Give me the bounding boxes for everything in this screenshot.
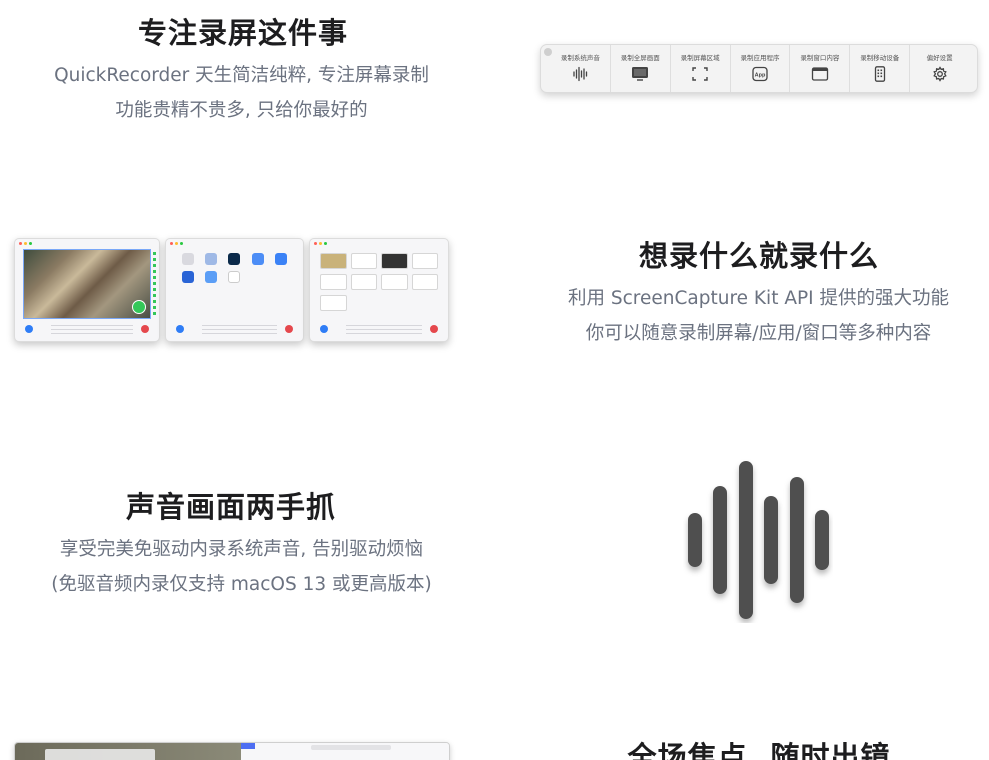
- toolbar-item-fullscreen[interactable]: 录制全屏画面: [611, 45, 671, 92]
- screenshot-camera-mode: [14, 742, 450, 760]
- gear-icon: [932, 66, 947, 82]
- check-icon: [132, 300, 146, 314]
- section-title-focus: 专注录屏这件事: [137, 16, 348, 50]
- wave-bar: [790, 477, 804, 603]
- toolbar-item-app[interactable]: 录制应用程序 App: [731, 45, 791, 92]
- waveform-icon: [573, 66, 588, 82]
- stop-icon: [430, 325, 438, 333]
- record-icon: [176, 325, 184, 333]
- record-icon: [25, 325, 33, 333]
- waveform-icon: [688, 461, 829, 619]
- display-icon: [632, 67, 649, 81]
- toolbar-item-label: 录制移动设备: [860, 54, 900, 62]
- selection-icon: [692, 67, 708, 81]
- toolbar-item-mobile[interactable]: 录制移动设备: [850, 45, 911, 92]
- toolbar-item-label: 录制系统声音: [560, 54, 600, 62]
- screenshot-fullscreen-mode: [14, 238, 160, 342]
- recorder-toolbar: 录制系统声音 录制全屏画面 录制屏幕区域 录制应用程序 App 录制窗口内容 录…: [540, 44, 978, 93]
- toolbar-item-label: 录制应用程序: [740, 54, 780, 62]
- toolbar-item-settings[interactable]: 偏好设置: [910, 45, 969, 92]
- toolbar-item-area[interactable]: 录制屏幕区域: [671, 45, 731, 92]
- toolbar-item-label: 录制全屏画面: [620, 54, 660, 62]
- toolbar-item-window[interactable]: 录制窗口内容: [790, 45, 851, 92]
- app-icon: App: [752, 66, 768, 82]
- toolbar-item-label: 录制屏幕区域: [680, 54, 720, 62]
- mobile-icon: [874, 66, 885, 82]
- app-icon-grid: [174, 249, 295, 287]
- section-title-camera: 全场焦点, 随时出镜: [627, 740, 891, 760]
- toolbar-item-label: 录制窗口内容: [800, 54, 840, 62]
- section-desc-record-anything-line1: 利用 ScreenCapture Kit API 提供的强大功能: [568, 288, 949, 309]
- section-title-audio-video: 声音画面两手抓: [125, 490, 336, 524]
- record-icon: [320, 325, 328, 333]
- stop-icon: [285, 325, 293, 333]
- stop-icon: [141, 325, 149, 333]
- window-thumbnail-grid: [318, 249, 440, 315]
- window-icon: [811, 67, 829, 81]
- section-title-record-anything: 想录什么就录什么: [638, 239, 879, 273]
- desktop-wallpaper-preview: [23, 249, 156, 319]
- section-desc-audio-video-line2: (免驱音频内录仅支持 macOS 13 或更高版本): [51, 574, 432, 595]
- section-desc-focus-line1: QuickRecorder 天生简洁纯粹, 专注屏幕录制: [54, 65, 429, 86]
- toolbar-item-system-audio[interactable]: 录制系统声音: [551, 45, 611, 92]
- section-desc-record-anything-line2: 你可以随意录制屏幕/应用/窗口等多种内容: [585, 323, 932, 344]
- screenshot-window-mode: [309, 238, 449, 342]
- wave-bar: [739, 461, 753, 619]
- wave-bar: [815, 510, 829, 570]
- section-desc-focus-line2: 功能贵精不贵多, 只给你最好的: [115, 100, 368, 121]
- wave-bar: [688, 513, 702, 567]
- wave-bar: [764, 496, 778, 584]
- toolbar-item-label: 偏好设置: [926, 54, 953, 62]
- screenshot-app-mode: [165, 238, 304, 342]
- section-desc-audio-video-line1: 享受完美免驱动内录系统声音, 告别驱动烦恼: [59, 539, 424, 560]
- wave-bar: [713, 486, 727, 594]
- app-icon-text: App: [755, 73, 766, 79]
